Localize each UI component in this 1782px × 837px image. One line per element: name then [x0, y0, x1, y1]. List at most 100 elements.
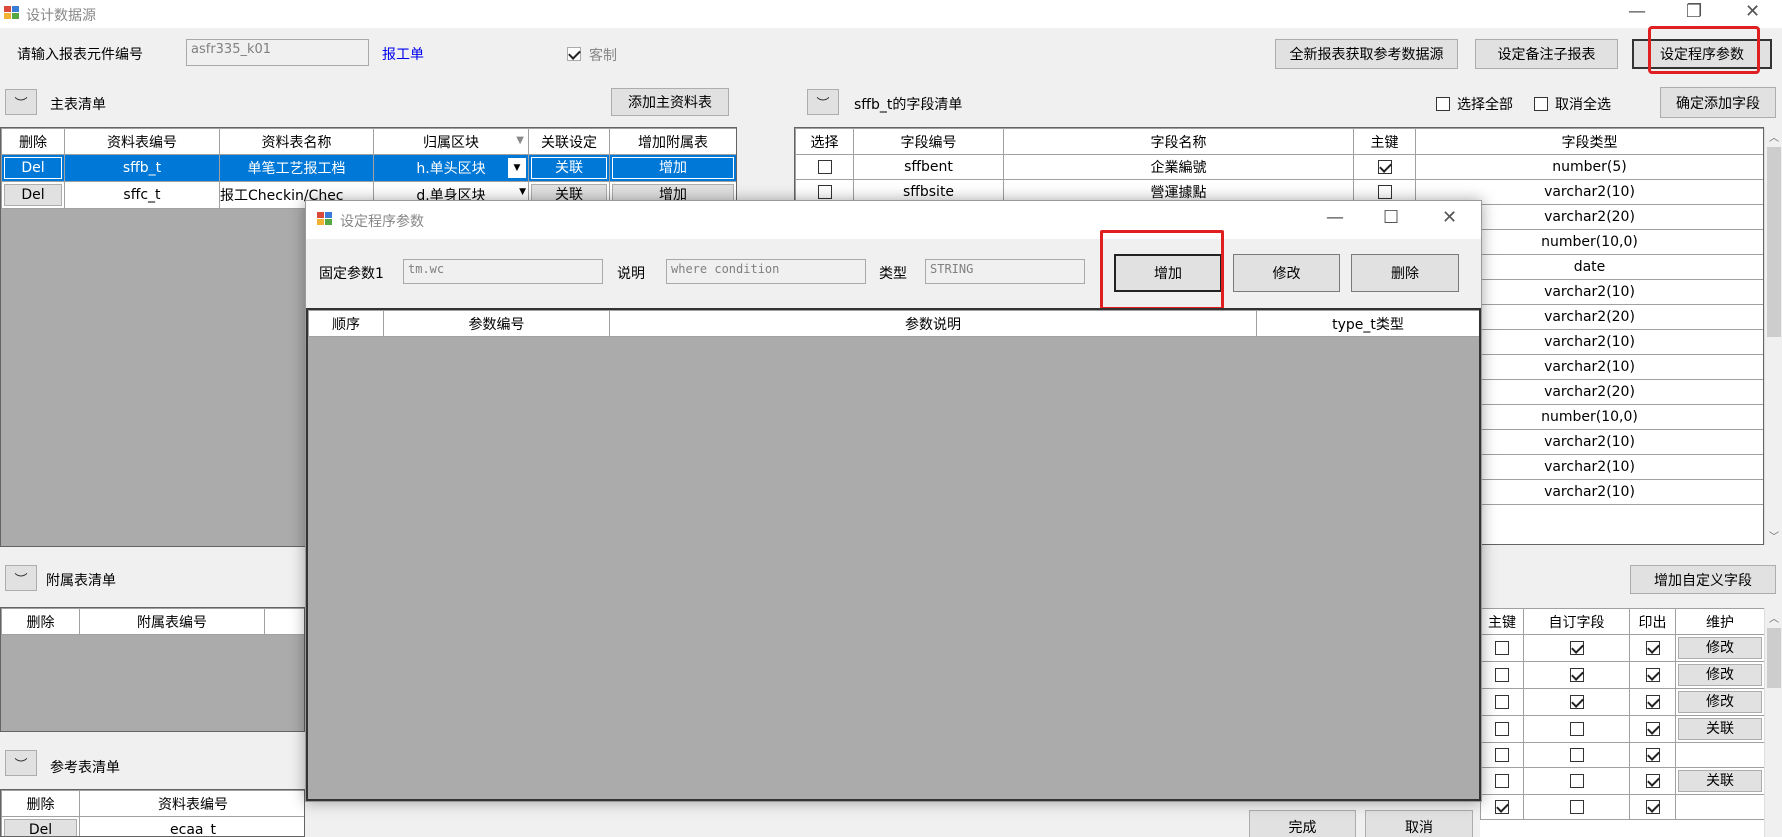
desc-input[interactable]: where condition: [666, 259, 866, 284]
table-row[interactable]: 修改: [1480, 634, 1764, 662]
dialog-close-icon[interactable]: ✕: [1442, 207, 1457, 228]
pk-checkbox[interactable]: [1377, 160, 1392, 174]
deselect-all-checkbox[interactable]: [1534, 96, 1548, 112]
new-report-button[interactable]: 全新报表获取参考数据源: [1275, 39, 1458, 69]
pk-checkbox[interactable]: [1495, 774, 1509, 788]
pk-cell[interactable]: [1480, 688, 1524, 716]
scroll-up-icon[interactable]: ︿: [1769, 610, 1779, 625]
table-row[interactable]: 关联: [1480, 767, 1764, 795]
custom-field-checkbox[interactable]: [1569, 668, 1584, 682]
sort-arrow-icon[interactable]: ▼: [516, 135, 524, 146]
dropdown-arrow-icon[interactable]: ▼: [508, 158, 526, 178]
maintain-button[interactable]: 关联: [1678, 770, 1762, 792]
pk-checkbox[interactable]: [1495, 800, 1509, 814]
pk-cell[interactable]: [1480, 634, 1524, 662]
add-attached-button[interactable]: 增加: [612, 157, 734, 179]
print-cell[interactable]: [1629, 688, 1676, 716]
custom-field-cell[interactable]: [1523, 794, 1630, 820]
add-custom-field-button[interactable]: 增加自定义字段: [1630, 565, 1776, 594]
table-row[interactable]: sffbent 企業編號 number(5): [795, 154, 1763, 180]
dialog-modify-button[interactable]: 修改: [1233, 254, 1340, 292]
fixed-param-input[interactable]: tm.wc: [403, 259, 603, 284]
select-checkbox[interactable]: [817, 185, 832, 199]
pk-checkbox[interactable]: [1495, 668, 1509, 682]
done-button[interactable]: 完成: [1249, 810, 1356, 837]
pk-checkbox[interactable]: [1495, 695, 1509, 709]
print-cell[interactable]: [1629, 794, 1676, 820]
print-checkbox[interactable]: [1645, 800, 1660, 814]
dialog-maximize-icon[interactable]: ☐: [1383, 207, 1399, 228]
add-main-table-button[interactable]: 添加主资料表: [611, 88, 729, 116]
maintain-button[interactable]: 修改: [1678, 637, 1762, 659]
pk-cell[interactable]: [1353, 154, 1416, 180]
block-select[interactable]: h.单头区块 ▼: [373, 154, 529, 182]
attached-list-collapse-button[interactable]: ︶: [5, 565, 37, 591]
custom-field-checkbox[interactable]: [1569, 774, 1584, 788]
custom-field-checkbox[interactable]: [1569, 748, 1584, 762]
print-checkbox[interactable]: [1645, 668, 1660, 682]
dropdown-arrow-icon[interactable]: ▼: [519, 187, 526, 197]
scroll-down-icon[interactable]: ﹀: [1769, 528, 1779, 543]
maintain-button[interactable]: 修改: [1678, 664, 1762, 686]
table-row[interactable]: [1480, 742, 1764, 768]
print-checkbox[interactable]: [1645, 722, 1660, 736]
pk-cell[interactable]: [1480, 794, 1524, 820]
relation-button[interactable]: 关联: [531, 157, 607, 179]
confirm-add-field-button[interactable]: 确定添加字段: [1660, 87, 1776, 118]
print-checkbox[interactable]: [1645, 774, 1660, 788]
maintain-button[interactable]: 修改: [1678, 691, 1762, 713]
print-cell[interactable]: [1629, 634, 1676, 662]
table-row[interactable]: 关联: [1480, 715, 1764, 743]
custom-field-checkbox[interactable]: [1569, 722, 1584, 736]
custom-table-scrollbar[interactable]: ︿: [1764, 608, 1782, 837]
table-row[interactable]: [1480, 794, 1764, 820]
dialog-add-button[interactable]: 增加: [1114, 254, 1222, 292]
sub-report-button[interactable]: 设定备注子报表: [1475, 39, 1618, 69]
custom-field-cell[interactable]: [1523, 715, 1630, 743]
pk-cell[interactable]: [1480, 661, 1524, 689]
delete-button[interactable]: Del: [4, 184, 62, 206]
select-checkbox[interactable]: [817, 160, 832, 174]
print-checkbox[interactable]: [1645, 695, 1660, 709]
print-cell[interactable]: [1629, 715, 1676, 743]
set-params-button[interactable]: 设定程序参数: [1632, 39, 1772, 69]
table-row[interactable]: Del ecaa_t: [1, 816, 304, 836]
dialog-delete-button[interactable]: 删除: [1351, 254, 1459, 292]
main-list-collapse-button[interactable]: ︶: [5, 89, 37, 115]
pk-cell[interactable]: [1480, 715, 1524, 743]
custom-checkbox[interactable]: [567, 46, 581, 62]
table-row[interactable]: 修改: [1480, 688, 1764, 716]
scroll-up-icon[interactable]: ︿: [1769, 129, 1779, 144]
pk-checkbox[interactable]: [1495, 641, 1509, 655]
custom-field-cell[interactable]: [1523, 767, 1630, 795]
print-cell[interactable]: [1629, 742, 1676, 768]
scroll-thumb[interactable]: [1767, 628, 1781, 688]
table-row[interactable]: Del sffb_t 单笔工艺报工档 h.单头区块 ▼ 关联 增加: [1, 154, 736, 182]
report-link[interactable]: 报工单: [382, 44, 424, 64]
print-cell[interactable]: [1629, 767, 1676, 795]
maintain-button[interactable]: 关联: [1678, 718, 1762, 740]
scroll-thumb[interactable]: [1767, 147, 1781, 337]
print-checkbox[interactable]: [1645, 748, 1660, 762]
minimize-icon[interactable]: —: [1628, 1, 1646, 22]
cancel-button[interactable]: 取消: [1365, 810, 1473, 837]
field-list-collapse-button[interactable]: ︶: [807, 89, 839, 115]
custom-field-cell[interactable]: [1523, 688, 1630, 716]
delete-button[interactable]: Del: [4, 157, 62, 179]
component-input[interactable]: asfr335_k01: [186, 39, 369, 66]
pk-cell[interactable]: [1480, 742, 1524, 768]
pk-checkbox[interactable]: [1495, 722, 1509, 736]
custom-field-cell[interactable]: [1523, 742, 1630, 768]
custom-field-checkbox[interactable]: [1569, 800, 1584, 814]
ref-list-collapse-button[interactable]: ︶: [5, 750, 37, 776]
table-row[interactable]: 修改: [1480, 661, 1764, 689]
close-icon[interactable]: ✕: [1745, 1, 1760, 22]
pk-cell[interactable]: [1480, 767, 1524, 795]
dialog-minimize-icon[interactable]: —: [1326, 207, 1344, 228]
pk-checkbox[interactable]: [1377, 185, 1392, 199]
select-cell[interactable]: [795, 154, 854, 180]
custom-field-cell[interactable]: [1523, 634, 1630, 662]
maximize-icon[interactable]: ❐: [1686, 1, 1702, 22]
pk-checkbox[interactable]: [1495, 748, 1509, 762]
custom-field-checkbox[interactable]: [1569, 695, 1584, 709]
